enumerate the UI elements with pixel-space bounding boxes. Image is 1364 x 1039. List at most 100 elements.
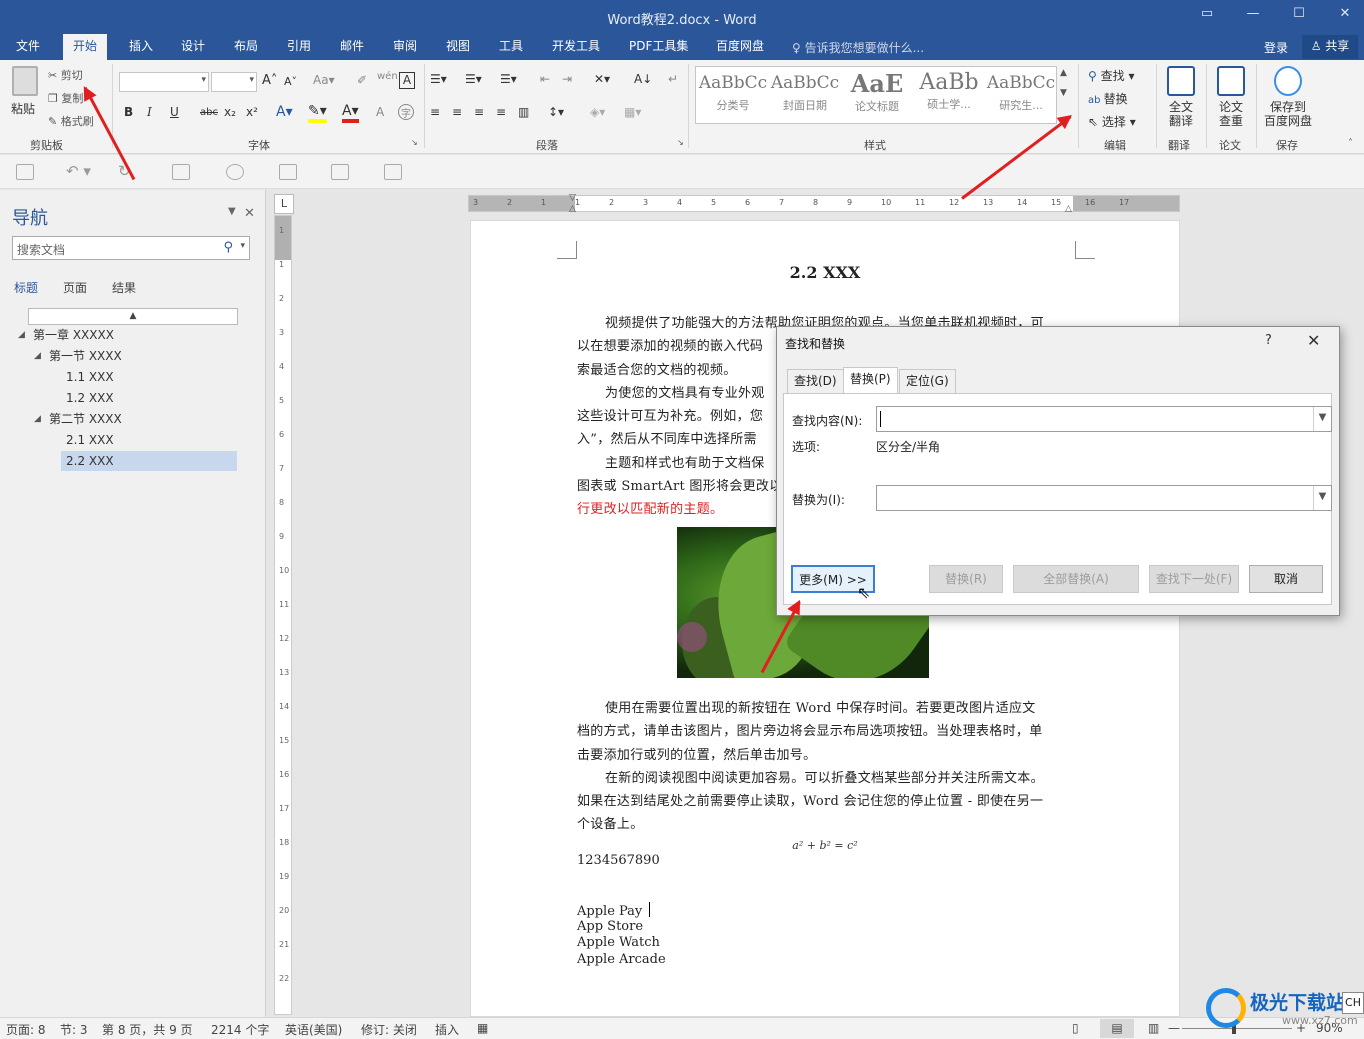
tab-pdf-tools[interactable]: PDF工具集	[619, 34, 698, 60]
input-method-badge[interactable]: CH	[1342, 992, 1364, 1014]
read-mode-view-icon[interactable]: ▯	[1072, 1021, 1079, 1035]
tab-developer[interactable]: 开发工具	[542, 34, 610, 60]
touch-mode-icon[interactable]	[331, 164, 349, 180]
decrease-indent-icon[interactable]: ⇤	[540, 72, 550, 86]
nav-heading-item[interactable]: 2.1 XXX	[66, 430, 236, 450]
paragraph-dialog-launcher-icon[interactable]: ↘	[677, 138, 684, 147]
replace-button[interactable]: ab 替换	[1088, 90, 1128, 107]
tab-find[interactable]: 查找(D)	[787, 369, 844, 393]
styles-scroll-up-icon[interactable]: ▲	[1060, 68, 1067, 78]
styles-scroll-down-icon[interactable]: ▼	[1060, 88, 1067, 98]
borders-icon[interactable]: ▦▾	[624, 105, 641, 119]
phonetic-guide-icon[interactable]: wén	[377, 71, 398, 82]
web-layout-icon[interactable]	[226, 164, 244, 180]
tab-review[interactable]: 审阅	[383, 34, 427, 60]
tab-insert[interactable]: 插入	[119, 34, 163, 60]
enclose-char-icon[interactable]: 字	[398, 104, 414, 120]
ribbon-display-icon[interactable]: ▭	[1196, 6, 1218, 26]
align-center-icon[interactable]: ≡	[452, 105, 462, 119]
subscript-button[interactable]: x₂	[224, 105, 236, 119]
font-color-icon[interactable]: A▾	[342, 103, 359, 123]
status-page[interactable]: 页面: 8	[6, 1021, 46, 1038]
tab-mailings[interactable]: 邮件	[330, 34, 374, 60]
replace-button[interactable]: 替换(R)	[929, 565, 1003, 593]
align-left-icon[interactable]: ≡	[430, 105, 440, 119]
paste-button[interactable]: 粘贴	[11, 100, 35, 117]
tab-references[interactable]: 引用	[277, 34, 321, 60]
tab-replace[interactable]: 替换(P)	[843, 367, 898, 393]
bullets-icon[interactable]: ☰▾	[430, 72, 447, 86]
tell-me-box[interactable]: ♀ 告诉我您想要做什么...	[792, 39, 924, 56]
multilevel-list-icon[interactable]: ☰▾	[500, 72, 517, 86]
web-layout-view-icon[interactable]: ▥	[1148, 1021, 1159, 1035]
style-item[interactable]: AaBb 硕士学...	[914, 69, 984, 121]
help-icon[interactable]: ?	[1265, 333, 1272, 348]
customize-qat-icon[interactable]	[384, 164, 402, 180]
print-layout-view-icon[interactable]: ▤	[1100, 1019, 1134, 1038]
font-size-dropdown[interactable]	[211, 72, 257, 92]
search-dropdown-icon[interactable]: ▾	[240, 241, 245, 251]
sort-icon[interactable]: A↓	[634, 72, 652, 86]
shrink-font-icon[interactable]: A˅	[284, 75, 297, 88]
save-to-netdisk-button[interactable]: 保存到 百度网盘	[1260, 66, 1316, 128]
minimize-button[interactable]: —	[1242, 6, 1264, 26]
shading-icon[interactable]: A	[376, 105, 384, 119]
first-line-indent-marker[interactable]: ▽	[569, 193, 576, 203]
grow-font-icon[interactable]: A˄	[262, 73, 277, 88]
status-page-of[interactable]: 第 8 页，共 9 页	[102, 1021, 193, 1038]
superscript-button[interactable]: x²	[246, 105, 258, 119]
horizontal-ruler[interactable]: 3 2 1 1 2 3 4 5 6 7 8 9 10 11 12 13 14 15 16 17 ▽ △ △	[468, 193, 1180, 214]
replace-with-input[interactable]: ▼	[876, 485, 1332, 511]
status-insert-mode[interactable]: 插入	[435, 1021, 459, 1038]
font-dialog-launcher-icon[interactable]: ↘	[411, 138, 418, 147]
tab-tools[interactable]: 工具	[489, 34, 533, 60]
tab-goto[interactable]: 定位(G)	[899, 369, 956, 393]
dialog-close-icon[interactable]: ✕	[1307, 331, 1320, 350]
strikethrough-button[interactable]: abc	[200, 107, 218, 118]
nav-options-icon[interactable]: ▼	[228, 206, 236, 217]
paste-icon[interactable]	[12, 66, 38, 96]
share-button[interactable]: ♙ 共享	[1302, 35, 1358, 59]
undo-icon[interactable]: ↶ ▾	[66, 162, 91, 180]
right-indent-marker[interactable]: △	[1065, 204, 1072, 214]
nav-search-input[interactable]: 搜索文档 ⚲ ▾	[12, 236, 250, 260]
collapse-ribbon-icon[interactable]: ˄	[1348, 138, 1353, 149]
full-translate-button[interactable]: 全文 翻译	[1158, 66, 1204, 128]
chevron-down-icon[interactable]: ▼	[1313, 486, 1331, 510]
nav-heading-item[interactable]: 1.2 XXX	[66, 388, 236, 408]
tab-design[interactable]: 设计	[171, 34, 215, 60]
chinese-layout-icon[interactable]: ✕▾	[594, 72, 610, 86]
tab-home[interactable]: 开始	[63, 34, 108, 60]
increase-indent-icon[interactable]: ⇥	[562, 72, 572, 86]
nav-heading-item-selected[interactable]: 2.2 XXX	[61, 451, 237, 471]
paper-check-button[interactable]: 论文 查重	[1208, 66, 1254, 128]
print-preview-icon[interactable]	[279, 164, 297, 180]
save-icon[interactable]	[16, 164, 34, 180]
nav-heading-item[interactable]: 第一节 XXXX	[49, 346, 229, 366]
show-marks-icon[interactable]: ↵	[668, 72, 678, 86]
style-item[interactable]: AaBbCc 研究生...	[986, 69, 1056, 121]
font-name-dropdown[interactable]	[119, 72, 209, 92]
justify-icon[interactable]: ≡	[496, 105, 506, 119]
select-button[interactable]: ⇖ 选择 ▾	[1088, 113, 1136, 130]
status-language[interactable]: 英语(美国)	[285, 1021, 342, 1038]
hanging-indent-marker[interactable]: △	[569, 204, 576, 214]
style-item[interactable]: AaE 论文标题	[842, 69, 912, 121]
format-painter-button[interactable]: ✎ 格式刷	[48, 113, 94, 129]
expand-triangle-icon[interactable]: ◢	[34, 351, 41, 361]
char-border-icon[interactable]: A	[399, 72, 415, 89]
nav-tab-results[interactable]: 结果	[112, 279, 136, 296]
style-item[interactable]: AaBbCc 封面日期	[770, 69, 840, 121]
shading-bucket-icon[interactable]: ◈▾	[590, 105, 605, 119]
underline-button[interactable]: U	[170, 105, 179, 119]
read-mode-icon[interactable]	[172, 164, 190, 180]
nav-tab-pages[interactable]: 页面	[63, 279, 87, 296]
cut-button[interactable]: ✂ 剪切	[48, 67, 83, 83]
nav-heading-item[interactable]: 1.1 XXX	[66, 367, 236, 387]
expand-triangle-icon[interactable]: ◢	[34, 414, 41, 424]
italic-button[interactable]: I	[147, 105, 152, 119]
status-track-changes[interactable]: 修订: 关闭	[361, 1021, 417, 1038]
nav-tab-headings[interactable]: 标题	[14, 279, 38, 296]
search-icon[interactable]: ⚲	[223, 240, 233, 255]
status-word-count[interactable]: 2214 个字	[211, 1021, 269, 1038]
